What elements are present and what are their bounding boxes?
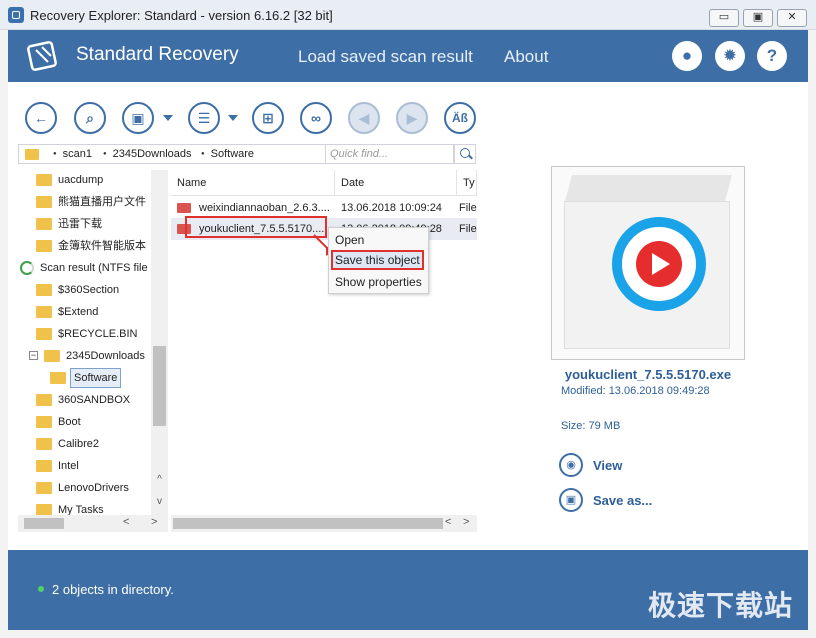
folder-icon (25, 149, 39, 160)
help-icon[interactable]: ? (757, 41, 787, 71)
collapse-icon[interactable]: − (29, 351, 38, 360)
status-bar: 2 objects in directory. 极速下载站 (8, 550, 808, 630)
brand-title: Standard Recovery (76, 44, 239, 65)
menu-item-show-properties[interactable]: Show properties (333, 272, 424, 292)
scroll-right-icon[interactable]: > (151, 516, 157, 528)
breadcrumb-item-software[interactable]: Software (201, 148, 254, 160)
next-icon[interactable]: ▶ (396, 102, 428, 134)
thumbnails-icon[interactable]: ⊞ (252, 102, 284, 134)
folder-icon (36, 196, 52, 208)
preview-modified: Modified: 13.06.2018 09:49:28 (561, 385, 710, 397)
app-header: Standard Recovery Load saved scan result… (8, 30, 808, 82)
user-icon[interactable]: ● (672, 41, 702, 71)
list-icon[interactable]: ☰ (188, 102, 220, 134)
breadcrumb: scan1 2345Downloads Software (18, 144, 326, 164)
status-message: 2 objects in directory. (52, 582, 174, 597)
load-saved-scan-link[interactable]: Load saved scan result (298, 47, 473, 67)
minimize-button[interactable]: ▭ (709, 9, 739, 27)
highlight-box (185, 216, 327, 238)
folder-icon (36, 174, 52, 186)
column-header-name[interactable]: Name (171, 170, 335, 196)
folder-icon (36, 416, 52, 428)
status-dot-icon (38, 586, 44, 592)
folder-icon (36, 328, 52, 340)
folder-icon (36, 306, 52, 318)
play-icon (636, 241, 682, 287)
youku-app-icon (612, 217, 706, 311)
tree-vertical-scrollbar[interactable]: ^ v (151, 170, 168, 516)
file-preview (551, 166, 745, 360)
breadcrumb-item-scan1[interactable]: scan1 (53, 148, 92, 160)
folder-icon (36, 460, 52, 472)
main-panel: ← ⌕ ▣ ☰ ⊞ ∞ ◀ ▶ Äß scan1 2345Downloads S… (8, 82, 808, 550)
file-list: Name Date Ty weixindiannaoban_2.6.3.... … (171, 170, 477, 514)
eye-icon: ◉ (559, 453, 583, 477)
about-link[interactable]: About (504, 47, 548, 67)
scroll-right-icon[interactable]: > (463, 516, 469, 528)
scroll-left-icon[interactable]: < (445, 516, 451, 528)
folder-icon (36, 284, 52, 296)
folder-icon (36, 482, 52, 494)
scroll-left-icon[interactable]: < (123, 516, 129, 528)
folder-icon (44, 350, 60, 362)
scroll-up-icon[interactable]: ^ (151, 474, 168, 485)
save-dropdown-icon[interactable] (163, 115, 173, 121)
context-menu: Open Save this object Show properties (328, 227, 429, 294)
binoculars-icon[interactable]: ∞ (300, 102, 332, 134)
search-icon[interactable]: ⌕ (74, 102, 106, 134)
file-list-horizontal-scrollbar[interactable]: < > (171, 515, 477, 532)
save-icon[interactable]: ▣ (122, 102, 154, 134)
scrollbar-thumb[interactable] (153, 346, 166, 426)
window-title: Recovery Explorer: Standard - version 6.… (30, 8, 333, 23)
folder-icon (36, 394, 52, 406)
menu-item-open[interactable]: Open (333, 230, 366, 250)
quick-find-input[interactable]: Quick find... (325, 144, 454, 164)
exe-file-icon (177, 203, 191, 213)
preview-size: Size: 79 MB (561, 420, 621, 432)
app-icon (8, 7, 24, 23)
maximize-button[interactable]: ▣ (743, 9, 773, 27)
gear-icon[interactable]: ✹ (715, 41, 745, 71)
menu-item-save-this-object[interactable]: Save this object (331, 250, 424, 270)
close-button[interactable]: ✕ (777, 9, 807, 27)
folder-icon (36, 218, 52, 230)
list-dropdown-icon[interactable] (228, 115, 238, 121)
back-icon[interactable]: ← (25, 102, 57, 134)
window-title-bar: Recovery Explorer: Standard - version 6.… (0, 0, 816, 30)
folder-icon (36, 240, 52, 252)
scrollbar-thumb[interactable] (173, 518, 443, 529)
encoding-icon[interactable]: Äß (444, 102, 476, 134)
scan-result-icon (20, 261, 34, 275)
folder-tree: uacdump 熊猫直播用户文件 迅雷下载 金簿软件智能版本 Scan resu… (18, 170, 166, 530)
folder-icon (36, 438, 52, 450)
column-header-type[interactable]: Ty (457, 170, 477, 196)
breadcrumb-item-2345downloads[interactable]: 2345Downloads (103, 148, 192, 160)
tree-horizontal-scrollbar[interactable]: < > (18, 515, 168, 532)
folder-icon (50, 372, 66, 384)
logo-icon (27, 41, 57, 71)
watermark: 极速下载站 (648, 589, 794, 622)
column-header-date[interactable]: Date (335, 170, 457, 196)
save-icon: ▣ (559, 488, 583, 512)
quick-find-search-icon[interactable] (454, 144, 476, 164)
preview-filename: youkuclient_7.5.5.5170.exe (564, 367, 732, 382)
previous-icon[interactable]: ◀ (348, 102, 380, 134)
scrollbar-thumb[interactable] (24, 518, 64, 529)
scroll-down-icon[interactable]: v (151, 496, 168, 507)
